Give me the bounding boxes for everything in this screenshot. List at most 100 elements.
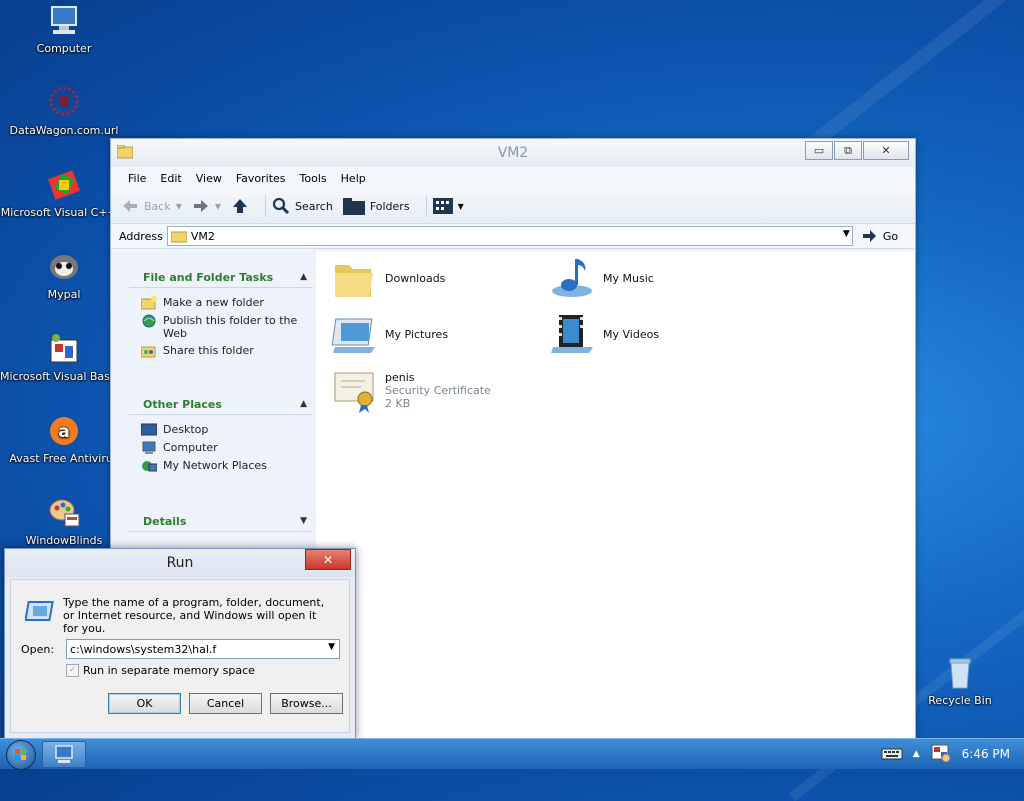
desktop-icon xyxy=(141,423,157,436)
forward-button[interactable]: ▼ xyxy=(192,198,221,214)
restore-button[interactable]: ⧉ xyxy=(834,141,862,160)
file-list: Downloads My Pictures penis Security Cer… xyxy=(329,251,915,739)
windows-logo-icon xyxy=(15,749,26,760)
network-places-icon xyxy=(142,461,157,472)
menu-help[interactable]: Help xyxy=(334,172,373,185)
desktop-icon-mypal[interactable]: Mypal xyxy=(0,250,128,301)
desktop-icon-windowblinds[interactable]: WindowBlinds xyxy=(0,496,128,547)
minimize-icon: ▭ xyxy=(813,144,825,157)
close-icon: ✕ xyxy=(322,552,334,567)
open-combobox[interactable]: ▼ xyxy=(66,639,340,659)
new-folder-icon xyxy=(141,296,157,310)
search-icon xyxy=(272,197,290,215)
forward-arrow-icon xyxy=(193,200,208,212)
certificate-icon xyxy=(331,367,377,413)
task-make-new-folder[interactable]: Make a new folder xyxy=(141,296,313,310)
run-dialog: Run ✕ Type the name of a program, folder… xyxy=(4,548,356,739)
menu-edit[interactable]: Edit xyxy=(153,172,188,185)
place-network[interactable]: My Network Places xyxy=(141,459,313,473)
ok-button[interactable]: OK xyxy=(108,693,181,714)
svg-text:a: a xyxy=(58,422,69,442)
panel-header[interactable]: Other Places ▲ xyxy=(129,394,313,415)
desktop-icon-visual-cpp[interactable]: Microsoft Visual C++ 6 xyxy=(0,168,128,219)
address-label: Address xyxy=(119,229,163,243)
desktop-icon-computer[interactable]: Computer xyxy=(0,4,128,55)
place-desktop[interactable]: Desktop xyxy=(141,423,313,437)
close-button[interactable]: ✕ xyxy=(305,549,351,570)
task-publish-folder[interactable]: Publish this folder to the Web xyxy=(141,314,313,340)
chevron-down-icon: ▼ xyxy=(457,201,464,211)
chevron-down-icon: ▼ xyxy=(175,201,182,211)
show-hidden-icons-icon[interactable]: ▲ xyxy=(913,749,920,759)
toolbar-separator xyxy=(265,195,267,217)
folders-icon xyxy=(342,198,365,215)
task-share-folder[interactable]: Share this folder xyxy=(141,344,313,358)
panel-header[interactable]: File and Folder Tasks ▲ xyxy=(129,267,313,288)
taskbar-explorer-button[interactable] xyxy=(42,741,86,768)
clock[interactable]: 6:46 PM xyxy=(962,747,1010,761)
desktop-icon-datawagon[interactable]: DataWagon.com.url xyxy=(0,86,128,137)
checkbox-icon[interactable]: ✓ xyxy=(66,664,79,677)
window-title: VM2 xyxy=(497,145,529,161)
share-folder-icon xyxy=(141,346,156,358)
views-button[interactable]: ▼ xyxy=(432,197,464,215)
folders-button[interactable]: Folders xyxy=(342,197,410,215)
system-tray: ▲ 6:46 PM xyxy=(881,739,1024,769)
keyboard-icon[interactable] xyxy=(881,745,903,764)
visual-basic-icon xyxy=(47,332,81,366)
other-places-panel: Other Places ▲ Desktop Computer My Netwo… xyxy=(129,394,313,477)
start-button[interactable] xyxy=(6,740,36,770)
place-computer[interactable]: Computer xyxy=(141,441,313,455)
up-button[interactable] xyxy=(231,197,249,215)
toolbar-separator xyxy=(425,195,427,217)
recycle-bin-icon xyxy=(943,656,977,690)
collapse-icon[interactable]: ▲ xyxy=(300,399,307,409)
computer-icon xyxy=(47,4,81,38)
up-arrow-icon xyxy=(233,199,248,213)
desktop-icon-visual-basic[interactable]: Microsoft Visual Basic 6 xyxy=(0,332,128,383)
avast-icon: a xyxy=(47,414,81,448)
url-shortcut-icon xyxy=(47,86,81,120)
address-input[interactable]: VM2 ▼ xyxy=(166,226,853,246)
address-dropdown-icon[interactable]: ▼ xyxy=(843,229,850,239)
expand-icon[interactable]: ▼ xyxy=(300,516,307,526)
cancel-button[interactable]: Cancel xyxy=(189,693,262,714)
chevron-down-icon[interactable]: ▼ xyxy=(328,642,335,652)
certificate-info: penis Security Certificate 2 KB xyxy=(385,370,491,410)
run-icon xyxy=(24,600,55,624)
file-item-downloads[interactable]: Downloads xyxy=(331,255,445,301)
open-label: Open: xyxy=(21,643,55,656)
menu-view[interactable]: View xyxy=(189,172,229,185)
file-item-my-music[interactable]: My Music xyxy=(549,255,654,301)
address-value: VM2 xyxy=(190,229,215,243)
visual-cpp-icon xyxy=(47,168,81,202)
collapse-icon[interactable]: ▲ xyxy=(300,272,307,282)
desktop-icon-avast[interactable]: a Avast Free Antivirus xyxy=(0,414,128,465)
open-input[interactable] xyxy=(70,642,315,656)
file-item-certificate[interactable]: penis Security Certificate 2 KB xyxy=(331,367,491,413)
menu-file[interactable]: File xyxy=(121,172,153,185)
file-item-my-pictures[interactable]: My Pictures xyxy=(331,311,448,357)
tray-app-icon[interactable] xyxy=(930,743,952,766)
menu-bar: File Edit View Favorites Tools Help xyxy=(111,167,915,189)
run-description: Type the name of a program, folder, docu… xyxy=(63,596,325,635)
panel-header[interactable]: Details ▼ xyxy=(129,511,313,532)
separate-memory-checkbox[interactable]: ✓ Run in separate memory space xyxy=(66,664,255,677)
restore-icon: ⧉ xyxy=(844,143,852,157)
run-body: Type the name of a program, folder, docu… xyxy=(10,579,350,733)
file-folder-tasks-panel: File and Folder Tasks ▲ Make a new folde… xyxy=(129,267,313,362)
menu-tools[interactable]: Tools xyxy=(293,172,334,185)
explorer-titlebar[interactable]: VM2 ▭ ⧉ ✕ xyxy=(111,139,915,167)
search-button[interactable]: Search xyxy=(272,197,333,215)
back-button[interactable]: Back ▼ xyxy=(121,198,182,214)
run-title: Run xyxy=(166,555,194,571)
browse-button[interactable]: Browse... xyxy=(270,693,343,714)
close-button[interactable]: ✕ xyxy=(863,141,909,160)
views-icon xyxy=(432,198,453,214)
menu-favorites[interactable]: Favorites xyxy=(229,172,293,185)
minimize-button[interactable]: ▭ xyxy=(805,141,833,160)
go-button[interactable]: Go xyxy=(861,229,898,243)
run-titlebar[interactable]: Run ✕ xyxy=(5,549,355,577)
file-item-my-videos[interactable]: My Videos xyxy=(549,311,659,357)
globe-icon xyxy=(142,314,156,328)
